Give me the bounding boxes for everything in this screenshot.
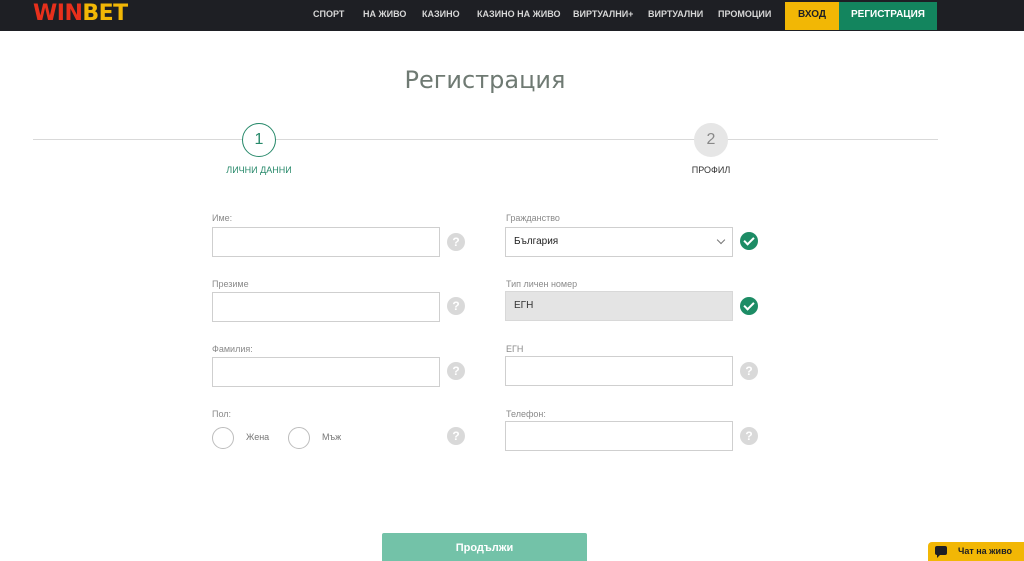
- id-type-valid-check-icon: [740, 297, 758, 315]
- chevron-down-icon: [716, 235, 726, 245]
- nav-virtual-plus[interactable]: ВИРТУАЛНИ+: [573, 0, 633, 31]
- gender-male-label: Мъж: [322, 432, 342, 442]
- register-button[interactable]: РЕГИСТРАЦИЯ: [839, 2, 937, 30]
- citizenship-value: България: [514, 236, 559, 247]
- nav-live[interactable]: НА ЖИВО: [363, 0, 406, 31]
- id-type-label: Тип личен номер: [506, 279, 578, 289]
- step-1-label: ЛИЧНИ ДАННИ: [226, 165, 292, 175]
- step-2-circle: 2: [694, 123, 728, 157]
- phone-label: Телефон:: [506, 409, 546, 419]
- phone-input[interactable]: [505, 421, 733, 451]
- login-button[interactable]: ВХОД: [785, 2, 839, 30]
- citizenship-label: Гражданство: [506, 213, 560, 223]
- nav-casino[interactable]: КАЗИНО: [422, 0, 460, 31]
- phone-help-icon[interactable]: ?: [740, 427, 758, 445]
- gender-female-label: Жена: [246, 432, 270, 442]
- gender-female-radio[interactable]: [212, 427, 234, 449]
- page-title: Регистрация: [404, 66, 566, 94]
- live-chat-label: Чат на живо: [958, 546, 1013, 556]
- step-2-label: ПРОФИЛ: [691, 165, 731, 175]
- egn-label: ЕГН: [506, 344, 524, 354]
- first-name-help-icon[interactable]: ?: [447, 233, 465, 251]
- middle-name-help-icon[interactable]: ?: [447, 297, 465, 315]
- middle-name-input[interactable]: [212, 292, 440, 322]
- last-name-label: Фамилия:: [212, 344, 253, 354]
- nav-virtual[interactable]: ВИРТУАЛНИ: [648, 0, 703, 31]
- winbet-logo[interactable]: WINBET: [33, 2, 128, 26]
- top-navigation-bar: WINBET СПОРТ НА ЖИВО КАЗИНО КАЗИНО НА ЖИ…: [0, 0, 1024, 31]
- middle-name-label: Презиме: [212, 279, 249, 289]
- step-1-circle: 1: [242, 123, 276, 157]
- nav-promotions[interactable]: ПРОМОЦИИ: [718, 0, 771, 31]
- continue-button[interactable]: Продължи: [382, 533, 587, 561]
- egn-input[interactable]: [505, 356, 733, 386]
- gender-male-radio[interactable]: [288, 427, 310, 449]
- first-name-input[interactable]: [212, 227, 440, 257]
- nav-live-casino[interactable]: КАЗИНО НА ЖИВО: [477, 0, 560, 31]
- egn-help-icon[interactable]: ?: [740, 362, 758, 380]
- stepper-line: [33, 139, 938, 140]
- id-type-field: ЕГН: [505, 291, 733, 321]
- last-name-help-icon[interactable]: ?: [447, 362, 465, 380]
- gender-help-icon[interactable]: ?: [447, 427, 465, 445]
- logo-bet-text: BET: [82, 1, 128, 26]
- citizenship-select[interactable]: България: [505, 227, 733, 257]
- last-name-input[interactable]: [212, 357, 440, 387]
- live-chat-button[interactable]: Чат на живо: [928, 542, 1024, 561]
- first-name-label: Име:: [212, 213, 233, 223]
- chat-bubble-icon: [935, 546, 947, 558]
- nav-sport[interactable]: СПОРТ: [313, 0, 344, 31]
- gender-label: Пол:: [212, 409, 232, 419]
- logo-win-text: WIN: [33, 1, 83, 26]
- citizenship-valid-check-icon: [740, 232, 758, 250]
